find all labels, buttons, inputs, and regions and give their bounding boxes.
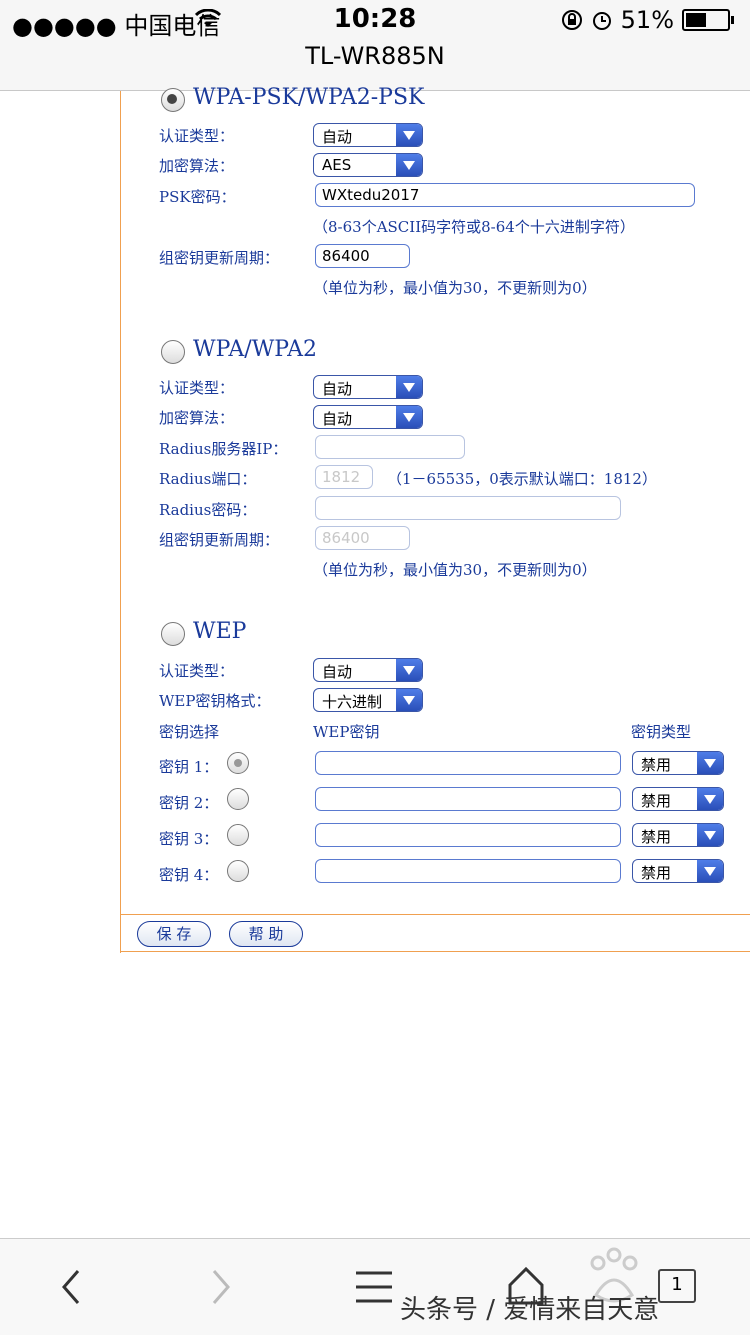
wpa-psk-group-value: 86400	[322, 247, 370, 265]
key-type-header: 密钥类型	[631, 723, 692, 741]
wpa-radio[interactable]	[161, 340, 185, 364]
address-bar[interactable]: TL-WR885N	[0, 40, 750, 91]
radius-password-label: Radius密码：	[159, 501, 257, 519]
key-4-label: 密钥 4：	[159, 866, 219, 884]
psk-password-input[interactable]: WXtedu2017	[315, 183, 695, 207]
divider	[121, 951, 750, 952]
wpa-enc-value: 自动	[322, 410, 353, 428]
chevron-down-icon	[697, 860, 723, 882]
wpa-group-hint: （单位为秒，最小值为30，不更新则为0）	[313, 561, 597, 579]
psk-hint: （8-63个ASCII码字符或8-64个十六进制字符）	[313, 218, 635, 236]
wpa-auth-label: 认证类型：	[159, 379, 235, 397]
menu-icon[interactable]	[354, 1267, 394, 1307]
wep-key-header: WEP密钥	[313, 723, 380, 741]
chevron-down-icon	[396, 689, 422, 711]
wpa-group-input[interactable]: 86400	[315, 526, 410, 550]
page-title: TL-WR885N	[305, 42, 445, 70]
rotation-lock-icon	[561, 10, 582, 30]
wpa-psk-group-hint: （单位为秒，最小值为30，不更新则为0）	[313, 279, 597, 297]
key-1-radio[interactable]	[227, 752, 249, 774]
key-4-input[interactable]	[315, 859, 621, 883]
key-3-label: 密钥 3：	[159, 830, 219, 848]
key-3-input[interactable]	[315, 823, 621, 847]
key-3-type-value: 禁用	[641, 828, 672, 846]
wep-format-value: 十六进制	[322, 693, 383, 711]
key-2-label: 密钥 2：	[159, 794, 219, 812]
wep-radio[interactable]	[161, 622, 185, 646]
chevron-down-icon	[396, 406, 422, 428]
chevron-down-icon	[697, 752, 723, 774]
wpa-psk-auth-label: 认证类型：	[159, 127, 235, 145]
radius-password-input[interactable]	[315, 496, 621, 520]
wep-format-label: WEP密钥格式：	[159, 692, 271, 710]
help-button[interactable]: 帮 助	[229, 921, 303, 947]
wpa-enc-label: 加密算法：	[159, 409, 235, 427]
wep-auth-value: 自动	[322, 663, 353, 681]
chevron-down-icon	[396, 376, 422, 398]
chevron-down-icon	[396, 659, 422, 681]
chevron-down-icon	[697, 824, 723, 846]
key-2-type-select[interactable]: 禁用	[632, 787, 724, 811]
wpa-psk-enc-label: 加密算法：	[159, 157, 235, 175]
key-1-type-select[interactable]: 禁用	[632, 751, 724, 775]
wep-title: WEP	[193, 619, 247, 644]
save-button[interactable]: 保 存	[137, 921, 211, 947]
alarm-icon	[592, 12, 611, 30]
wep-auth-select[interactable]: 自动	[313, 658, 423, 682]
key-select-header: 密钥选择	[159, 723, 220, 741]
back-icon[interactable]	[56, 1267, 86, 1307]
psk-password-value: WXtedu2017	[322, 186, 420, 204]
wpa-group-value: 86400	[322, 529, 370, 547]
key-1-label: 密钥 1：	[159, 758, 219, 776]
wpa-psk-auth-select[interactable]: 自动	[313, 123, 423, 147]
radius-ip-input[interactable]	[315, 435, 465, 459]
key-3-radio[interactable]	[227, 824, 249, 846]
key-1-input[interactable]	[315, 751, 621, 775]
battery-icon	[682, 9, 734, 31]
divider	[121, 914, 750, 915]
key-2-radio[interactable]	[227, 788, 249, 810]
key-2-type-value: 禁用	[641, 792, 672, 810]
chevron-down-icon	[697, 788, 723, 810]
wpa-psk-auth-value: 自动	[322, 128, 353, 146]
battery-percent: 51%	[620, 6, 674, 34]
status-bar: ●●●●● 中国电信 10:28 51%	[0, 0, 750, 40]
key-3-type-select[interactable]: 禁用	[632, 823, 724, 847]
chevron-down-icon	[396, 154, 422, 176]
wpa-auth-select[interactable]: 自动	[313, 375, 423, 399]
key-2-input[interactable]	[315, 787, 621, 811]
wpa-enc-select[interactable]: 自动	[313, 405, 423, 429]
wpa-group-label: 组密钥更新周期：	[159, 531, 280, 549]
key-4-type-select[interactable]: 禁用	[632, 859, 724, 883]
radius-port-hint: （1－65535，0表示默认端口：1812）	[387, 470, 657, 488]
wep-auth-label: 认证类型：	[159, 662, 235, 680]
radius-port-label: Radius端口：	[159, 470, 257, 488]
radius-ip-label: Radius服务器IP：	[159, 440, 288, 458]
radius-port-input[interactable]: 1812	[315, 465, 373, 489]
wpa-psk-group-label: 组密钥更新周期：	[159, 249, 280, 267]
wpa-psk-enc-select[interactable]: AES	[313, 153, 423, 177]
chevron-down-icon	[396, 124, 422, 146]
tabs-icon[interactable]: 1	[658, 1269, 696, 1303]
wpa-title: WPA/WPA2	[193, 337, 317, 362]
watermark: 头条号 / 爱情来自天意	[400, 1295, 660, 1325]
wpa-psk-radio[interactable]	[161, 88, 185, 112]
wpa-psk-enc-value: AES	[322, 156, 352, 174]
key-1-type-value: 禁用	[641, 756, 672, 774]
wep-format-select[interactable]: 十六进制	[313, 688, 423, 712]
key-4-radio[interactable]	[227, 860, 249, 882]
wpa-psk-title: WPA-PSK/WPA2-PSK	[193, 85, 425, 110]
radius-port-value: 1812	[322, 468, 361, 486]
wpa-auth-value: 自动	[322, 380, 353, 398]
wireless-security-panel: WPA-PSK/WPA2-PSK 认证类型： 自动 加密算法： AES PSK密…	[120, 85, 750, 953]
psk-password-label: PSK密码：	[159, 188, 236, 206]
browser-toolbar: 1 头条号 / 爱情来自天意	[0, 1238, 750, 1335]
wpa-psk-group-input[interactable]: 86400	[315, 244, 410, 268]
key-4-type-value: 禁用	[641, 864, 672, 882]
forward-icon[interactable]	[206, 1267, 236, 1307]
